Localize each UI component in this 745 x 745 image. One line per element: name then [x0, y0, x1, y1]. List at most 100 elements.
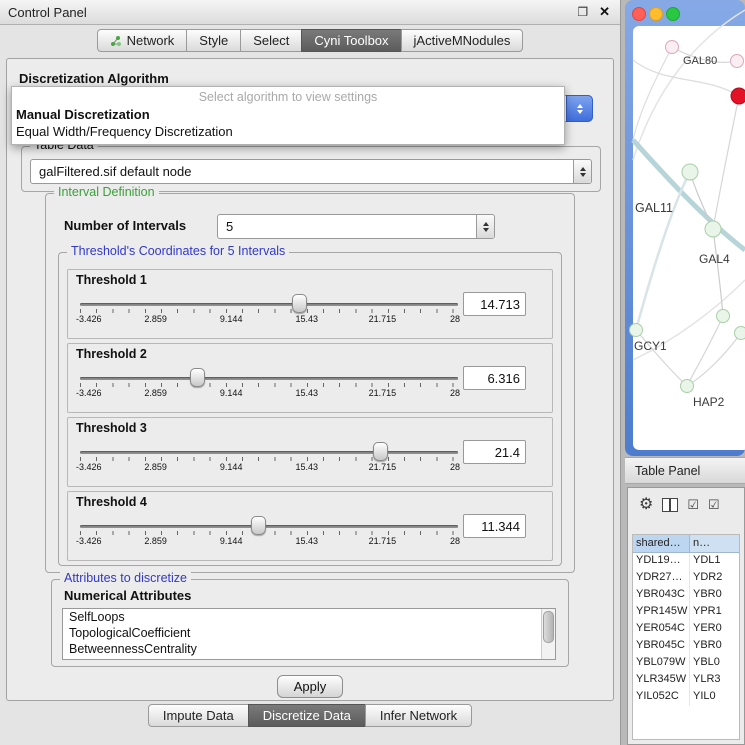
threshold-slider[interactable]: -3.426 2.859 9.144 15.43 21.715 28 — [78, 290, 460, 334]
algorithm-option-equal-width-frequency[interactable]: Equal Width/Frequency Discretization — [12, 123, 564, 140]
scale-label: 9.144 — [220, 536, 243, 546]
threshold-value-input[interactable] — [463, 292, 526, 316]
tab-style[interactable]: Style — [186, 29, 241, 52]
scale-label: 15.43 — [296, 462, 319, 472]
scale-label: 2.859 — [144, 314, 167, 324]
table-row[interactable]: YDL19… YDL1 — [633, 553, 739, 570]
cell: YIL0 — [690, 689, 739, 706]
close-window-icon[interactable]: ✕ — [599, 4, 610, 20]
bottom-tabs: Impute Data Discretize Data Infer Networ… — [0, 704, 620, 727]
column-header-shared-name[interactable]: shared… — [633, 535, 690, 553]
columns-icon[interactable] — [662, 498, 678, 512]
scale-label: 28 — [450, 388, 460, 398]
table-data-select[interactable]: galFiltered.sif default node — [30, 159, 592, 184]
combo-stepper-icon[interactable] — [573, 160, 591, 183]
network-node[interactable] — [717, 310, 730, 323]
network-node[interactable] — [735, 327, 745, 340]
scrollbar-thumb[interactable] — [543, 611, 554, 643]
scale-label: 21.715 — [369, 462, 397, 472]
tab-jactivemnodules[interactable]: jActiveMNodules — [401, 29, 524, 52]
slider-ticks — [80, 309, 458, 313]
scale-label: -3.426 — [76, 536, 102, 546]
threshold-slider[interactable]: -3.426 2.859 9.144 15.43 21.715 28 — [78, 364, 460, 408]
tab-cyni-toolbox[interactable]: Cyni Toolbox — [301, 29, 401, 52]
scale-label: 28 — [450, 462, 460, 472]
scale-label: 2.859 — [144, 388, 167, 398]
network-node-label: HAP2 — [693, 395, 725, 409]
cell: YLR345W — [633, 672, 690, 689]
table-row[interactable]: YDR27… YDR2 — [633, 570, 739, 587]
network-canvas[interactable]: GAL80 GAL11 GAL4 GCY1 HAP2 — [625, 0, 745, 456]
minimize-traffic-light-icon[interactable] — [650, 8, 663, 21]
slider-thumb[interactable] — [251, 516, 266, 535]
threshold-slider[interactable]: -3.426 2.859 9.144 15.43 21.715 28 — [78, 438, 460, 482]
slider-thumb[interactable] — [292, 294, 307, 313]
threshold-value-input[interactable] — [463, 366, 526, 390]
zoom-traffic-light-icon[interactable] — [667, 8, 680, 21]
cell: YBR043C — [633, 587, 690, 604]
table-row[interactable]: YBR045C YBR0 — [633, 638, 739, 655]
close-traffic-light-icon[interactable] — [633, 8, 646, 21]
table-row[interactable]: YBL079W YBL0 — [633, 655, 739, 672]
table-row[interactable]: YLR345W YLR3 — [633, 672, 739, 689]
table-panel-titlebar[interactable]: Table Panel — [625, 457, 745, 484]
float-window-icon[interactable]: ❐ — [577, 5, 588, 19]
threshold-slider[interactable]: -3.426 2.859 9.144 15.43 21.715 28 — [78, 512, 460, 556]
titlebar-icons: ❐ ✕ — [577, 4, 610, 20]
list-item[interactable]: SelfLoops — [63, 609, 555, 625]
scale-label: 21.715 — [369, 314, 397, 324]
slider-thumb[interactable] — [373, 442, 388, 461]
network-node-selected[interactable] — [731, 88, 745, 104]
top-tabs: Network Style Select Cyni Toolbox jActiv… — [0, 29, 620, 52]
tab-impute-data[interactable]: Impute Data — [148, 704, 249, 727]
network-node[interactable] — [705, 221, 721, 237]
table-row[interactable]: YPR145W YPR1 — [633, 604, 739, 621]
list-scrollbar[interactable] — [541, 609, 555, 659]
attributes-group-title: Attributes to discretize — [60, 571, 191, 585]
list-item[interactable]: BetweennessCentrality — [63, 641, 555, 657]
slider-track — [80, 303, 458, 306]
cell: YIL052C — [633, 689, 690, 706]
network-node[interactable] — [630, 324, 643, 337]
cell: YBL0 — [690, 655, 739, 672]
scale-label: -3.426 — [76, 314, 102, 324]
combo-stepper-icon[interactable] — [476, 215, 494, 238]
gear-icon[interactable]: ⚙ — [639, 497, 653, 513]
table-row[interactable]: YIL052C YIL0 — [633, 689, 739, 706]
table-data-value: galFiltered.sif default node — [39, 164, 573, 179]
network-node[interactable] — [681, 380, 694, 393]
network-node[interactable] — [666, 41, 679, 54]
table-row[interactable]: YBR043C YBR0 — [633, 587, 739, 604]
numerical-attributes-list: SelfLoops TopologicalCoefficient Between… — [62, 608, 556, 660]
tab-network[interactable]: Network — [97, 29, 188, 52]
checkbox-on-icon[interactable]: ☑ — [708, 498, 720, 512]
tab-discretize-data[interactable]: Discretize Data — [248, 704, 366, 727]
combo-popup-arrows-icon[interactable] — [566, 95, 593, 122]
checkbox-on-icon[interactable]: ☑ — [687, 498, 699, 512]
column-header-name[interactable]: n… — [690, 535, 739, 553]
tab-infer-network[interactable]: Infer Network — [365, 704, 472, 727]
threshold-value-input[interactable] — [463, 440, 526, 464]
apply-button[interactable]: Apply — [277, 675, 343, 698]
control-panel-titlebar[interactable]: Control Panel ❐ ✕ — [0, 0, 620, 25]
slider-thumb[interactable] — [190, 368, 205, 387]
network-node[interactable] — [682, 164, 698, 180]
list-item[interactable]: TopologicalCoefficient — [63, 625, 555, 641]
algorithm-dropdown-popup: Select algorithm to view settings Manual… — [11, 86, 565, 145]
control-panel-window: Control Panel ❐ ✕ Network Style Select C… — [0, 0, 621, 745]
slider-ticks — [80, 457, 458, 461]
table-header-row: shared… n… — [633, 535, 739, 553]
tab-select[interactable]: Select — [240, 29, 302, 52]
threshold-label: Threshold 3 — [76, 421, 147, 435]
algorithm-option-manual-discretization[interactable]: Manual Discretization — [12, 106, 564, 123]
table-row[interactable]: YER054C YER0 — [633, 621, 739, 638]
network-node[interactable] — [731, 55, 744, 68]
network-icon — [110, 35, 122, 47]
threshold-value-input[interactable] — [463, 514, 526, 538]
cell: YPR1 — [690, 604, 739, 621]
slider-track — [80, 451, 458, 454]
number-of-intervals-select[interactable]: 5 — [217, 214, 495, 239]
scale-label: -3.426 — [76, 388, 102, 398]
scale-label: 15.43 — [296, 314, 319, 324]
scale-label: 15.43 — [296, 388, 319, 398]
